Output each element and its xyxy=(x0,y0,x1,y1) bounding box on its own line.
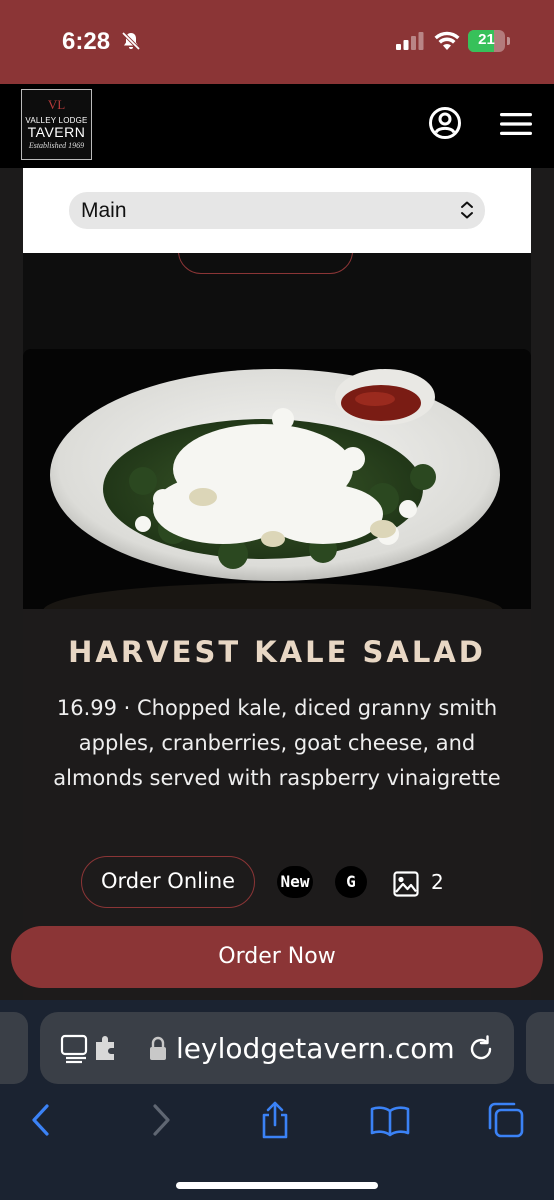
image-count[interactable]: 2 xyxy=(431,870,444,894)
share-icon[interactable] xyxy=(255,1100,295,1140)
gluten-free-badge: G xyxy=(335,866,367,898)
browser-toolbar: leylodgetavern.com xyxy=(0,1000,554,1200)
forward-icon[interactable] xyxy=(140,1100,180,1140)
order-online-button[interactable]: Order Online xyxy=(81,856,255,908)
url-text[interactable]: leylodgetavern.com xyxy=(176,1032,455,1065)
reload-icon[interactable] xyxy=(466,1034,496,1064)
image-gallery-icon[interactable] xyxy=(393,871,419,897)
menu-selector-bar: Main xyxy=(23,168,531,253)
back-icon[interactable] xyxy=(22,1100,62,1140)
order-now-button[interactable]: Order Now xyxy=(11,926,543,988)
home-indicator[interactable] xyxy=(176,1182,378,1189)
bookmarks-icon[interactable] xyxy=(370,1100,410,1140)
tabs-icon[interactable] xyxy=(486,1100,526,1140)
wifi-icon xyxy=(434,31,460,50)
bell-muted-icon xyxy=(121,31,141,51)
lock-icon xyxy=(150,1036,166,1060)
status-bar: 6:28 21 xyxy=(0,0,554,84)
salad-photo[interactable] xyxy=(23,349,531,609)
account-icon[interactable] xyxy=(428,106,462,140)
battery-indicator: 21 xyxy=(468,30,510,52)
status-time: 6:28 xyxy=(62,28,111,55)
menu-select-value: Main xyxy=(81,199,127,222)
reader-icon[interactable] xyxy=(60,1034,124,1064)
new-badge: New xyxy=(277,866,313,898)
cellular-signal-icon xyxy=(396,32,424,50)
menu-item-card: HARVEST KALE SALAD 16.99 · Chopped kale,… xyxy=(23,349,531,1000)
hamburger-menu-icon[interactable] xyxy=(498,110,534,138)
next-tab-preview[interactable] xyxy=(526,1012,554,1084)
address-bar[interactable]: leylodgetavern.com xyxy=(40,1012,514,1084)
site-header: VL VALLEY LODGE TAVERN Established 1969 xyxy=(0,84,554,168)
site-logo[interactable]: VL VALLEY LODGE TAVERN Established 1969 xyxy=(21,89,92,160)
menu-select[interactable]: Main xyxy=(69,192,485,229)
item-description: 16.99 · Chopped kale, diced granny smith… xyxy=(53,696,501,790)
menu-content: Order Online Main xyxy=(0,168,554,1000)
item-title: HARVEST KALE SALAD xyxy=(68,635,486,669)
chevron-up-down-icon xyxy=(461,201,473,219)
battery-level: 21 xyxy=(478,31,495,48)
previous-tab-preview[interactable] xyxy=(0,1012,28,1084)
